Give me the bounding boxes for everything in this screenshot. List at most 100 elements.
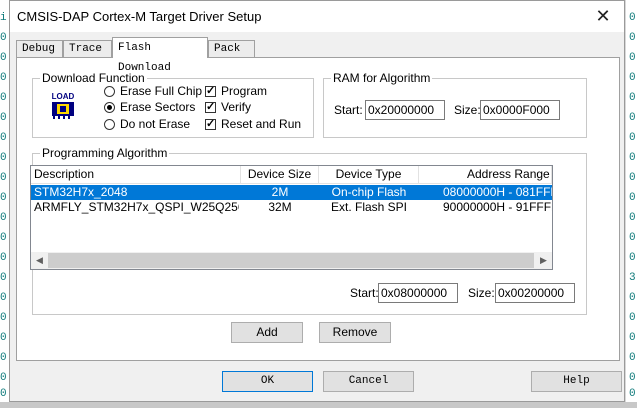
row-device-type: On-chip Flash (331, 185, 407, 199)
cancel-button[interactable]: Cancel (323, 371, 414, 392)
target-driver-setup-dialog: CMSIS-DAP Cortex-M Target Driver Setup ✕… (9, 0, 625, 402)
radio-button[interactable] (104, 119, 115, 130)
background-editor-right: 0 0 0 0 0 0 0 0 0 0 0 0 0 3 0 0 0 0 0 0 (625, 0, 637, 408)
tab-label: Debug (22, 43, 56, 55)
scroll-right-icon[interactable]: ▶ (535, 252, 552, 269)
background-char: 0 (0, 52, 7, 64)
title-bar: CMSIS-DAP Cortex-M Target Driver Setup ✕ (10, 1, 624, 32)
background-char: 3 (629, 272, 636, 284)
table-row[interactable]: STM32H7x_2048 2M On-chip Flash 08000000H… (31, 185, 552, 200)
ram-start-field[interactable]: 0x20000000 (365, 100, 445, 120)
column-header-device-size[interactable]: Device Size (241, 166, 319, 184)
row-device-size: 32M (268, 200, 292, 214)
row-description: STM32H7x_2048 (34, 185, 128, 199)
background-char: 0 (0, 192, 7, 204)
background-char: 0 (629, 292, 636, 304)
background-char: 0 (0, 312, 7, 324)
tab-debug[interactable]: Debug (16, 40, 63, 57)
algorithm-start-field[interactable]: 0x08000000 (378, 283, 458, 303)
background-char: 0 (0, 112, 7, 124)
background-char: 0 (629, 52, 636, 64)
background-char: 0 (0, 152, 7, 164)
background-char: 0 (629, 12, 636, 24)
do-not-erase-label: Do not Erase (120, 117, 191, 131)
algorithm-list[interactable]: Description Device Size Device Type Addr… (30, 165, 553, 270)
background-char: 0 (629, 212, 636, 224)
scroll-left-icon[interactable]: ◀ (31, 252, 48, 269)
background-char: 0 (0, 72, 7, 84)
background-char: 0 (0, 252, 7, 264)
background-char: 0 (629, 388, 636, 400)
background-status-bar (0, 402, 637, 408)
reset-and-run-label: Reset and Run (221, 117, 302, 131)
checkmark-icon[interactable]: ✓ (205, 119, 216, 130)
background-char: 0 (0, 332, 7, 344)
row-device-size: 2M (271, 185, 289, 199)
background-char: 0 (629, 32, 636, 44)
ram-for-algorithm-title: RAM for Algorithm (331, 71, 433, 85)
scroll-thumb[interactable] (48, 253, 534, 268)
row-address-range: 90000000H - 91FFFFFFH (443, 200, 552, 214)
tab-flash-download[interactable]: Flash Download (112, 37, 208, 74)
column-header-description[interactable]: Description (31, 166, 241, 184)
background-char: 0 (629, 92, 636, 104)
background-char: 0 (0, 388, 7, 400)
tab-pack[interactable]: Pack (208, 40, 255, 57)
remove-button[interactable]: Remove (319, 322, 391, 343)
tab-label: Pack (214, 43, 241, 55)
background-char: 0 (629, 232, 636, 244)
dialog-title: CMSIS-DAP Cortex-M Target Driver Setup (17, 9, 262, 24)
load-icon-text: LOAD (52, 92, 75, 101)
row-device-type: Ext. Flash SPI (330, 200, 408, 214)
algorithm-size-field[interactable]: 0x00200000 (495, 283, 575, 303)
background-char: 0 (629, 152, 636, 164)
program-label: Program (221, 84, 268, 98)
ram-start-label: Start: (334, 103, 363, 117)
table-row[interactable]: ARMFLY_STM32H7x_QSPI_W25Q256 32M Ext. Fl… (31, 200, 552, 215)
background-char: 0 (629, 132, 636, 144)
background-char: 0 (0, 292, 7, 304)
background-char: 0 (629, 72, 636, 84)
tab-label: Trace (69, 43, 103, 55)
radio-button[interactable] (104, 86, 115, 97)
ok-button[interactable]: OK (222, 371, 313, 392)
background-char: 0 (629, 352, 636, 364)
row-address-range: 08000000H - 081FFFFFH (443, 185, 552, 199)
algorithm-start-label: Start: (350, 286, 379, 300)
tab-trace[interactable]: Trace (63, 40, 112, 57)
background-char: 0 (0, 232, 7, 244)
flash-download-panel: Download Function LOAD Erase Full Chip E… (16, 57, 620, 361)
verify-label: Verify (221, 100, 252, 114)
checkmark-icon[interactable]: ✓ (205, 102, 216, 113)
background-char: 0 (0, 172, 7, 184)
checkmark-icon[interactable]: ✓ (205, 86, 216, 97)
ram-size-label: Size: (454, 103, 481, 117)
download-function-group: Download Function LOAD Erase Full Chip E… (32, 71, 314, 138)
column-header-device-type[interactable]: Device Type (319, 166, 419, 184)
horizontal-scrollbar[interactable]: ◀ ▶ (31, 252, 552, 269)
background-char: 0 (0, 212, 7, 224)
help-button[interactable]: Help (531, 371, 622, 392)
add-button[interactable]: Add (231, 322, 303, 343)
programming-algorithm-title: Programming Algorithm (40, 146, 170, 160)
erase-sectors-label: Erase Sectors (120, 100, 196, 114)
erase-full-chip-label: Erase Full Chip (120, 84, 203, 98)
background-char: 0 (629, 372, 636, 384)
background-char: 0 (629, 192, 636, 204)
background-char: 0 (629, 112, 636, 124)
radio-button-selected[interactable] (104, 102, 115, 113)
background-char: 0 (0, 92, 7, 104)
background-char: 0 (629, 252, 636, 264)
background-char: 0 (0, 272, 7, 284)
background-char: 0 (0, 352, 7, 364)
row-description: ARMFLY_STM32H7x_QSPI_W25Q256 (34, 200, 239, 214)
load-icon: LOAD (50, 91, 76, 119)
background-char: 0 (0, 132, 7, 144)
background-char: 0 (629, 312, 636, 324)
background-char: 0 (629, 332, 636, 344)
column-header-address-range[interactable]: Address Range (419, 166, 552, 184)
background-char: i (0, 12, 7, 24)
algorithm-size-label: Size: (468, 286, 495, 300)
ram-size-field[interactable]: 0x0000F000 (480, 100, 560, 120)
close-icon[interactable]: ✕ (591, 4, 615, 28)
